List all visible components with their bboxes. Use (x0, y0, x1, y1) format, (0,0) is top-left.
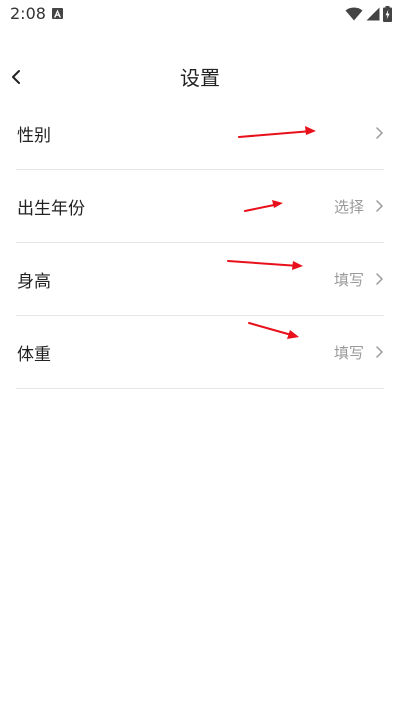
app-notification-icon (52, 8, 63, 19)
setting-value: 选择 (333, 198, 364, 216)
setting-row-height[interactable]: 身高 填写 (16, 243, 384, 316)
setting-row-weight[interactable]: 体重 填写 (16, 316, 384, 389)
wifi-icon (345, 7, 363, 21)
status-time: 2:08 (10, 4, 46, 23)
setting-value: 填写 (333, 271, 364, 289)
settings-list: 性别 出生年份 选择 身高 填写 体重 填写 (16, 97, 384, 389)
battery-charging-icon (383, 6, 392, 22)
chevron-right-icon (374, 345, 384, 359)
page-title: 设置 (180, 66, 220, 90)
setting-label: 出生年份 (17, 199, 85, 219)
setting-row-birth-year[interactable]: 出生年份 选择 (16, 170, 384, 243)
header: 设置 (0, 52, 400, 98)
setting-value: 填写 (333, 344, 364, 362)
chevron-right-icon (374, 126, 384, 140)
chevron-right-icon (374, 272, 384, 286)
chevron-right-icon (374, 199, 384, 213)
setting-label: 身高 (17, 272, 51, 292)
cell-signal-icon (366, 7, 380, 21)
setting-label: 性别 (17, 126, 51, 146)
status-icons (342, 5, 392, 23)
setting-label: 体重 (17, 345, 51, 365)
setting-row-gender[interactable]: 性别 (16, 97, 384, 170)
status-bar: 2:08 (0, 0, 400, 28)
